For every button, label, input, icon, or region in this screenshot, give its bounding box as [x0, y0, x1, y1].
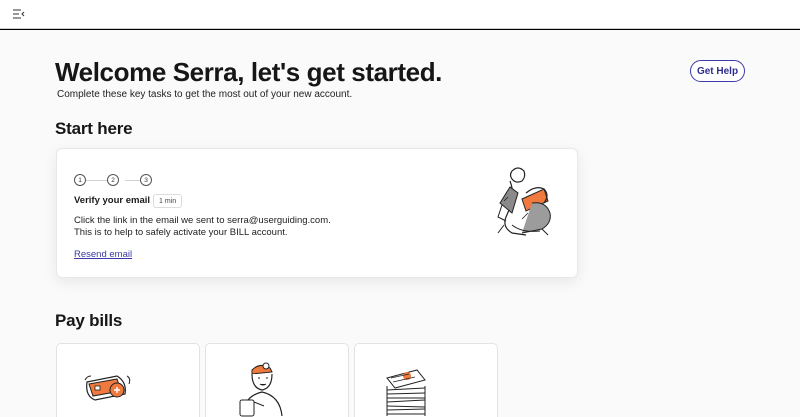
step-3[interactable]: 3	[140, 174, 152, 186]
sidebar-collapse-icon[interactable]	[12, 8, 26, 20]
task-stepper: 1 2 3	[74, 174, 154, 186]
task-title: Verify your email	[74, 195, 151, 206]
get-help-button[interactable]: Get Help	[690, 60, 745, 82]
start-here-heading: Start here	[55, 119, 133, 138]
task-description-line-1: Click the link in the email we sent to s…	[74, 215, 331, 226]
step-connector	[125, 179, 141, 181]
paper-stack-icon	[386, 369, 426, 416]
pay-bills-heading: Pay bills	[55, 311, 123, 330]
task-card: 1 2 3 Verify your email 1 min Click the …	[56, 148, 578, 278]
step-1[interactable]: 1	[74, 174, 86, 186]
delivery-person-icon	[239, 362, 283, 417]
resend-email-link[interactable]: Resend email	[74, 249, 132, 260]
person-reading-illustration	[497, 167, 551, 236]
page-subtitle: Complete these key tasks to get the most…	[57, 89, 353, 100]
pay-bills-card-1[interactable]	[56, 343, 200, 417]
duration-badge: 1 min	[153, 194, 183, 208]
main-content: Welcome Serra, let's get started. Comple…	[0, 30, 800, 417]
step-2[interactable]: 2	[107, 174, 119, 186]
top-bar	[0, 0, 800, 29]
pay-bills-card-2[interactable]	[205, 343, 349, 417]
task-description-line-2: This is to help to safely activate your …	[74, 227, 288, 238]
credit-card-icon	[84, 375, 131, 401]
page-title: Welcome Serra, let's get started.	[55, 57, 442, 87]
pay-bills-card-3[interactable]	[354, 343, 498, 417]
